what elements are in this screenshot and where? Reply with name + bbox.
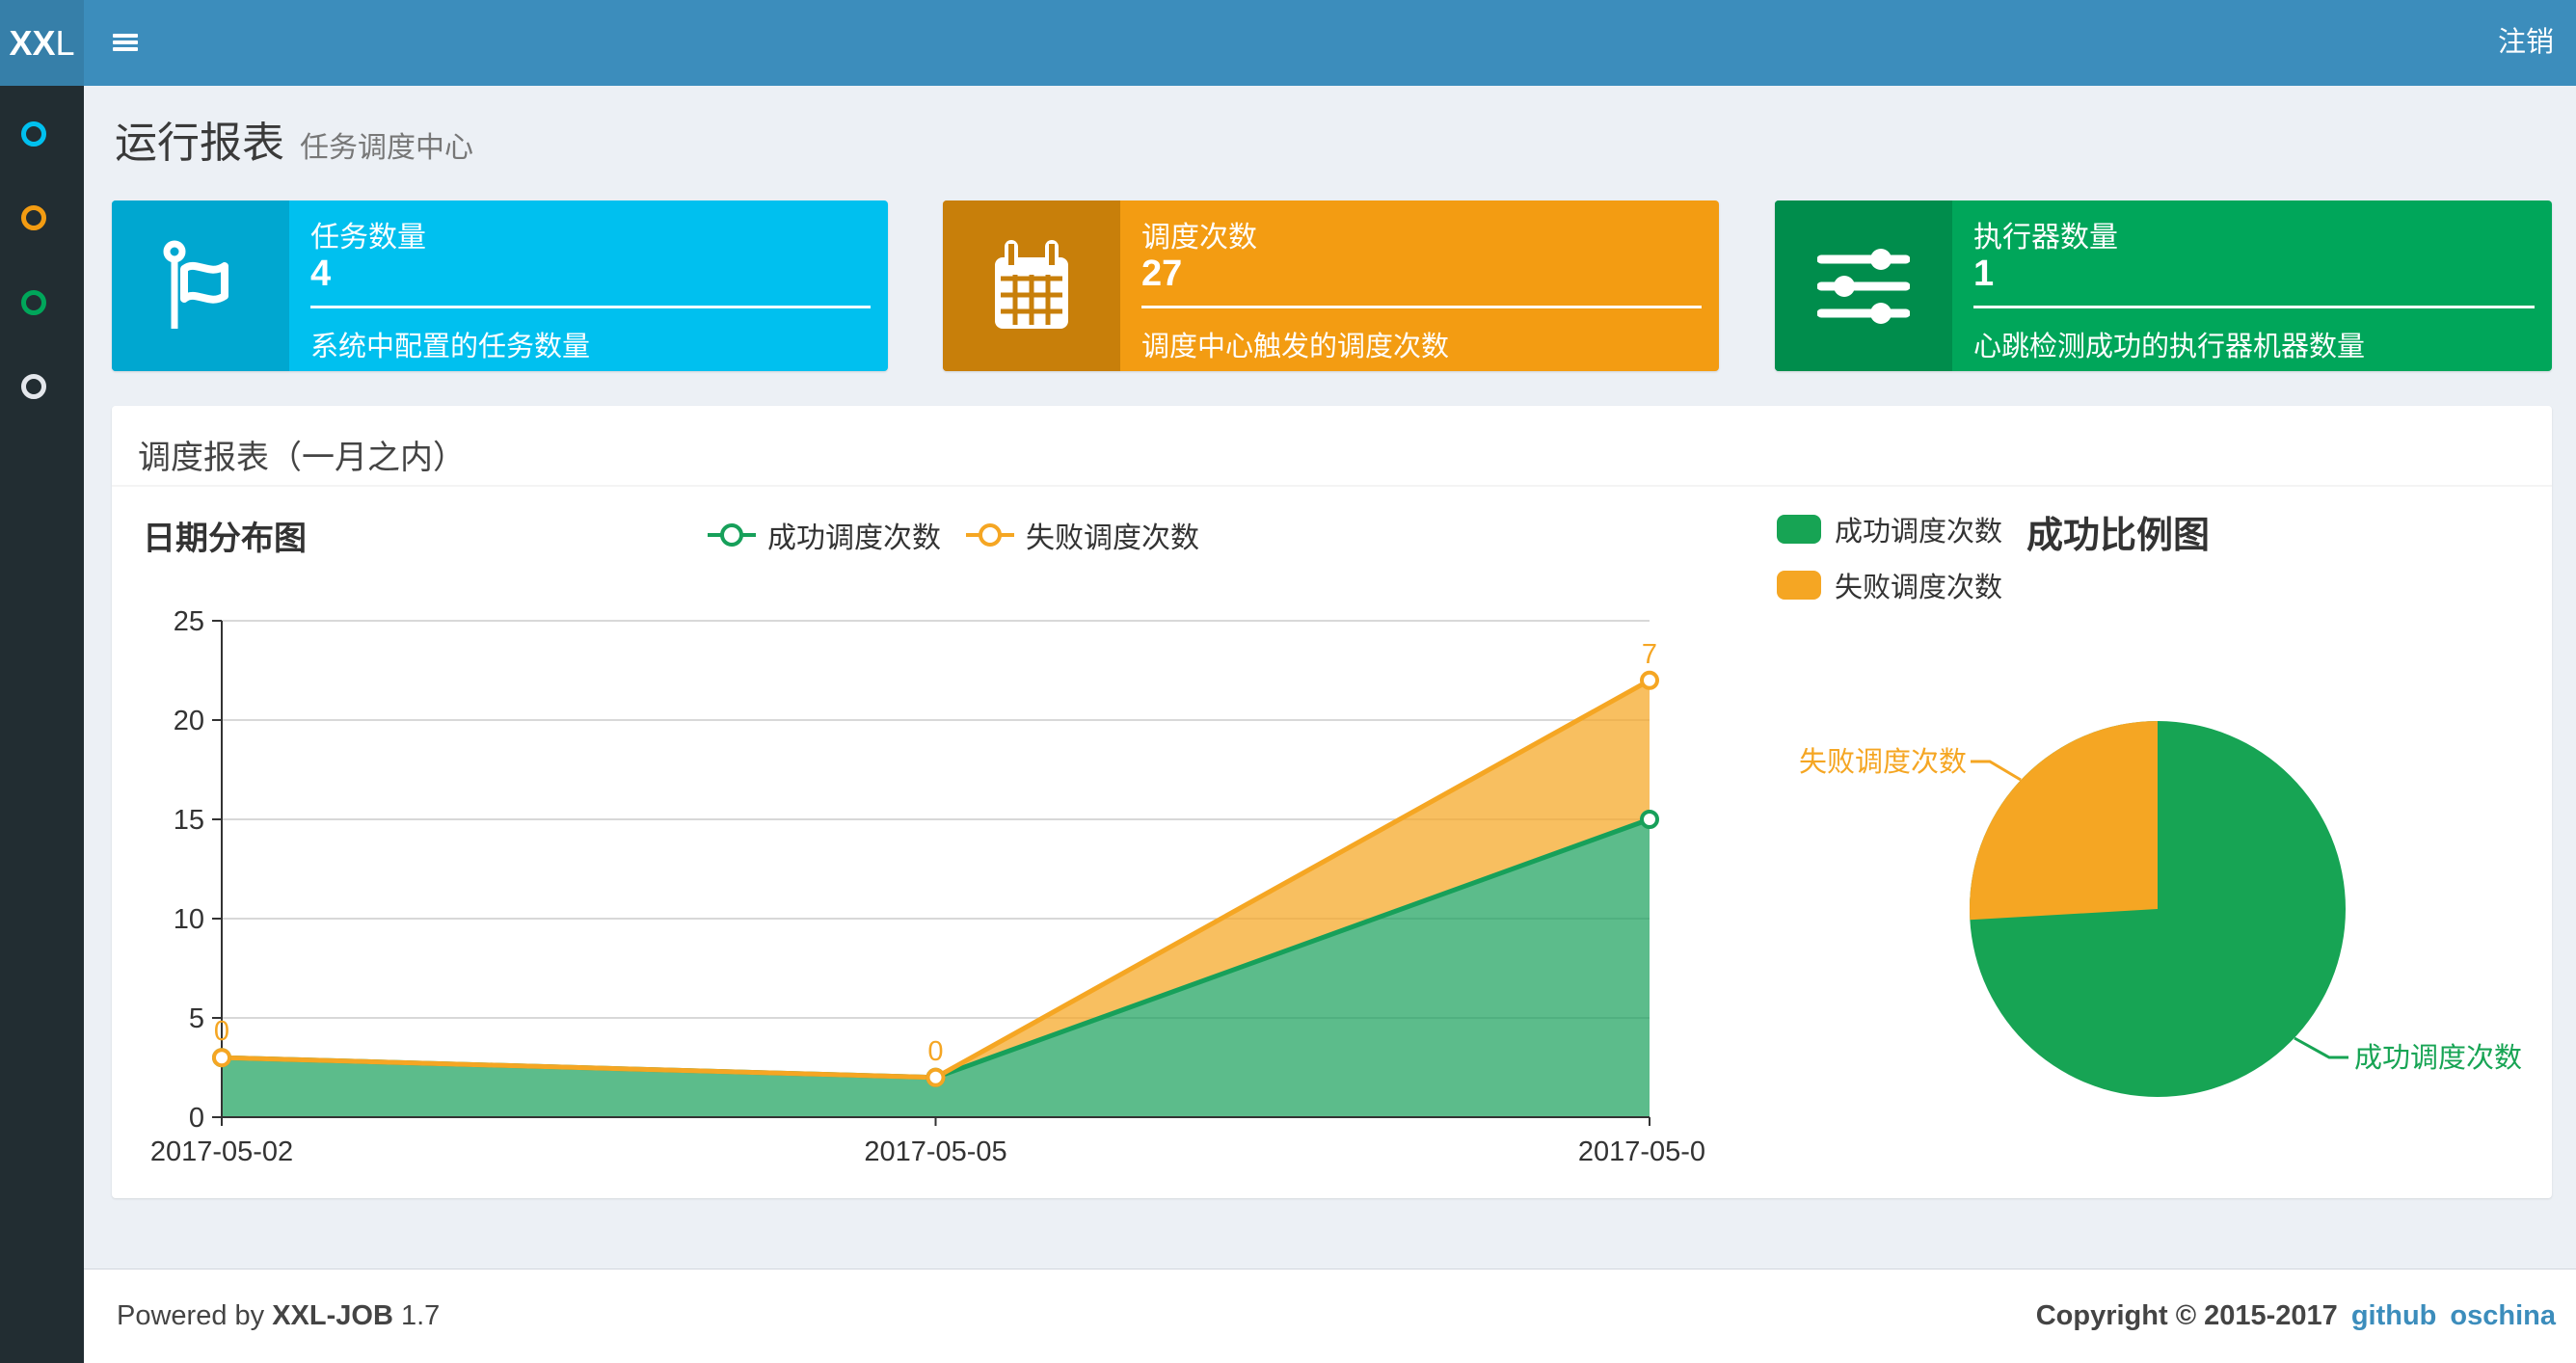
top-navbar: XX L 注销 bbox=[0, 0, 2576, 86]
fail-slice[interactable] bbox=[1969, 721, 2158, 921]
powered-by-text: Powered by XXL-JOB 1.7 bbox=[117, 1300, 440, 1332]
x-axis-tick: 2017-05-08 bbox=[1578, 1136, 1706, 1167]
info-box-divider bbox=[1141, 306, 1702, 308]
footer: Powered by XXL-JOB 1.7 Copyright © 2015-… bbox=[84, 1269, 2576, 1363]
line-chart-legend: 成功调度次数 失败调度次数 bbox=[708, 514, 1199, 556]
pie-chart-legend: 成功调度次数 失败调度次数 bbox=[1777, 509, 2002, 621]
github-link[interactable]: github bbox=[2351, 1300, 2437, 1332]
y-axis-tick: 15 bbox=[174, 805, 204, 836]
legend-label: 失败调度次数 bbox=[1835, 573, 2003, 603]
info-box-executor-count: 执行器数量 1 心跳检测成功的执行器机器数量 bbox=[1775, 200, 2552, 371]
xxl-job-dashboard: XX L 注销 运行报表 任务调度中心 任务数量 4 系统中配置的任务数量 调度… bbox=[0, 0, 2576, 1363]
legend-item-fail[interactable]: 失败调度次数 bbox=[1777, 565, 2002, 605]
info-box-divider bbox=[310, 306, 871, 308]
info-box-job-count: 任务数量 4 系统中配置的任务数量 bbox=[112, 200, 888, 371]
calendar-icon bbox=[943, 200, 1120, 371]
info-box-value: 27 bbox=[1141, 254, 1183, 294]
legend-label: 成功调度次数 bbox=[767, 522, 941, 554]
legend-item-success[interactable]: 成功调度次数 bbox=[1777, 509, 2002, 549]
fail-callout-line bbox=[1971, 760, 2022, 782]
sidebar-item-jobs-circle-icon[interactable] bbox=[21, 205, 46, 230]
line-chart-title: 日期分布图 bbox=[143, 521, 307, 557]
success-point bbox=[1640, 810, 1659, 829]
info-box-description: 调度中心触发的调度次数 bbox=[1141, 332, 1450, 362]
logout-button[interactable]: 注销 bbox=[2498, 0, 2554, 86]
schedule-report-panel: 调度报表（一月之内） 日期分布图 成功调度次数 失败调度次数 0 0 7 25 … bbox=[112, 406, 2552, 1198]
sidebar-item-report-circle-icon[interactable] bbox=[21, 121, 46, 147]
line-series-marker-icon bbox=[708, 523, 756, 547]
x-axis-tick: 2017-05-02 bbox=[150, 1136, 293, 1167]
y-axis-tick: 25 bbox=[174, 606, 204, 637]
fail-point bbox=[212, 1048, 231, 1068]
legend-label: 失败调度次数 bbox=[1026, 522, 1199, 554]
sidebar-item-executor-circle-icon[interactable] bbox=[21, 374, 46, 399]
x-axis-tick: 2017-05-05 bbox=[864, 1136, 1006, 1167]
line-series-marker-icon bbox=[966, 523, 1014, 547]
powered-by-prefix: Powered by bbox=[117, 1300, 265, 1331]
legend-item-success[interactable]: 成功调度次数 bbox=[708, 514, 941, 556]
brand-name: XXL-JOB bbox=[272, 1300, 393, 1331]
sidebar bbox=[0, 86, 84, 1363]
page-header: 运行报表 任务调度中心 bbox=[115, 108, 473, 170]
flag-icon bbox=[112, 200, 289, 371]
y-axis-tick: 5 bbox=[189, 1003, 204, 1034]
success-callout-label: 成功调度次数 bbox=[2354, 1042, 2522, 1074]
page-title: 运行报表 bbox=[115, 120, 284, 167]
info-box-value: 4 bbox=[310, 254, 332, 294]
fail-point bbox=[926, 1067, 946, 1087]
panel-header: 调度报表（一月之内） bbox=[112, 406, 2552, 487]
copyright-text: Copyright © 2015-2017 bbox=[2035, 1300, 2338, 1331]
info-box-trigger-count: 调度次数 27 调度中心触发的调度次数 bbox=[943, 200, 1719, 371]
legend-item-fail[interactable]: 失败调度次数 bbox=[966, 514, 1199, 556]
info-box-label: 调度次数 bbox=[1141, 222, 1257, 254]
sidebar-item-logs-circle-icon[interactable] bbox=[21, 290, 46, 315]
sliders-icon bbox=[1775, 200, 1952, 371]
info-box-description: 系统中配置的任务数量 bbox=[310, 332, 591, 362]
fail-point-label: 0 bbox=[927, 1036, 943, 1067]
date-distribution-area-chart[interactable]: 0 0 7 25 20 15 10 5 0 2017-05-02 2017-05… bbox=[125, 578, 1706, 1198]
info-box-label: 任务数量 bbox=[310, 222, 426, 254]
y-axis-tick: 10 bbox=[174, 904, 204, 935]
pie-chart-title: 成功比例图 bbox=[2026, 516, 2211, 556]
success-callout-line bbox=[2294, 1036, 2348, 1059]
y-axis-tick: 20 bbox=[174, 706, 204, 736]
fail-point-label: 7 bbox=[1642, 639, 1657, 670]
page-subtitle: 任务调度中心 bbox=[300, 132, 473, 164]
app-logo[interactable]: XX L bbox=[0, 0, 84, 86]
version-number: 1.7 bbox=[400, 1300, 441, 1331]
legend-label: 成功调度次数 bbox=[1835, 517, 2003, 548]
oschina-link[interactable]: oschina bbox=[2450, 1300, 2556, 1332]
fail-point-label: 0 bbox=[214, 1016, 229, 1047]
info-box-label: 执行器数量 bbox=[1973, 222, 2118, 254]
fail-callout-label: 失败调度次数 bbox=[1799, 746, 1967, 778]
logo-light-text: L bbox=[55, 22, 75, 63]
success-ratio-pie-chart[interactable]: 失败调度次数 成功调度次数 bbox=[1764, 665, 2536, 1147]
success-swatch-icon bbox=[1777, 515, 1821, 544]
fail-point bbox=[1640, 670, 1659, 690]
info-box-description: 心跳检测成功的执行器机器数量 bbox=[1973, 332, 2366, 362]
logo-bold-text: XX bbox=[9, 22, 56, 63]
y-axis-tick: 0 bbox=[189, 1103, 204, 1134]
sidebar-toggle-icon[interactable] bbox=[113, 34, 138, 52]
info-box-value: 1 bbox=[1973, 254, 1995, 294]
info-box-divider bbox=[1973, 306, 2535, 308]
panel-title: 调度报表（一月之内） bbox=[138, 440, 466, 476]
fail-swatch-icon bbox=[1777, 571, 1821, 600]
